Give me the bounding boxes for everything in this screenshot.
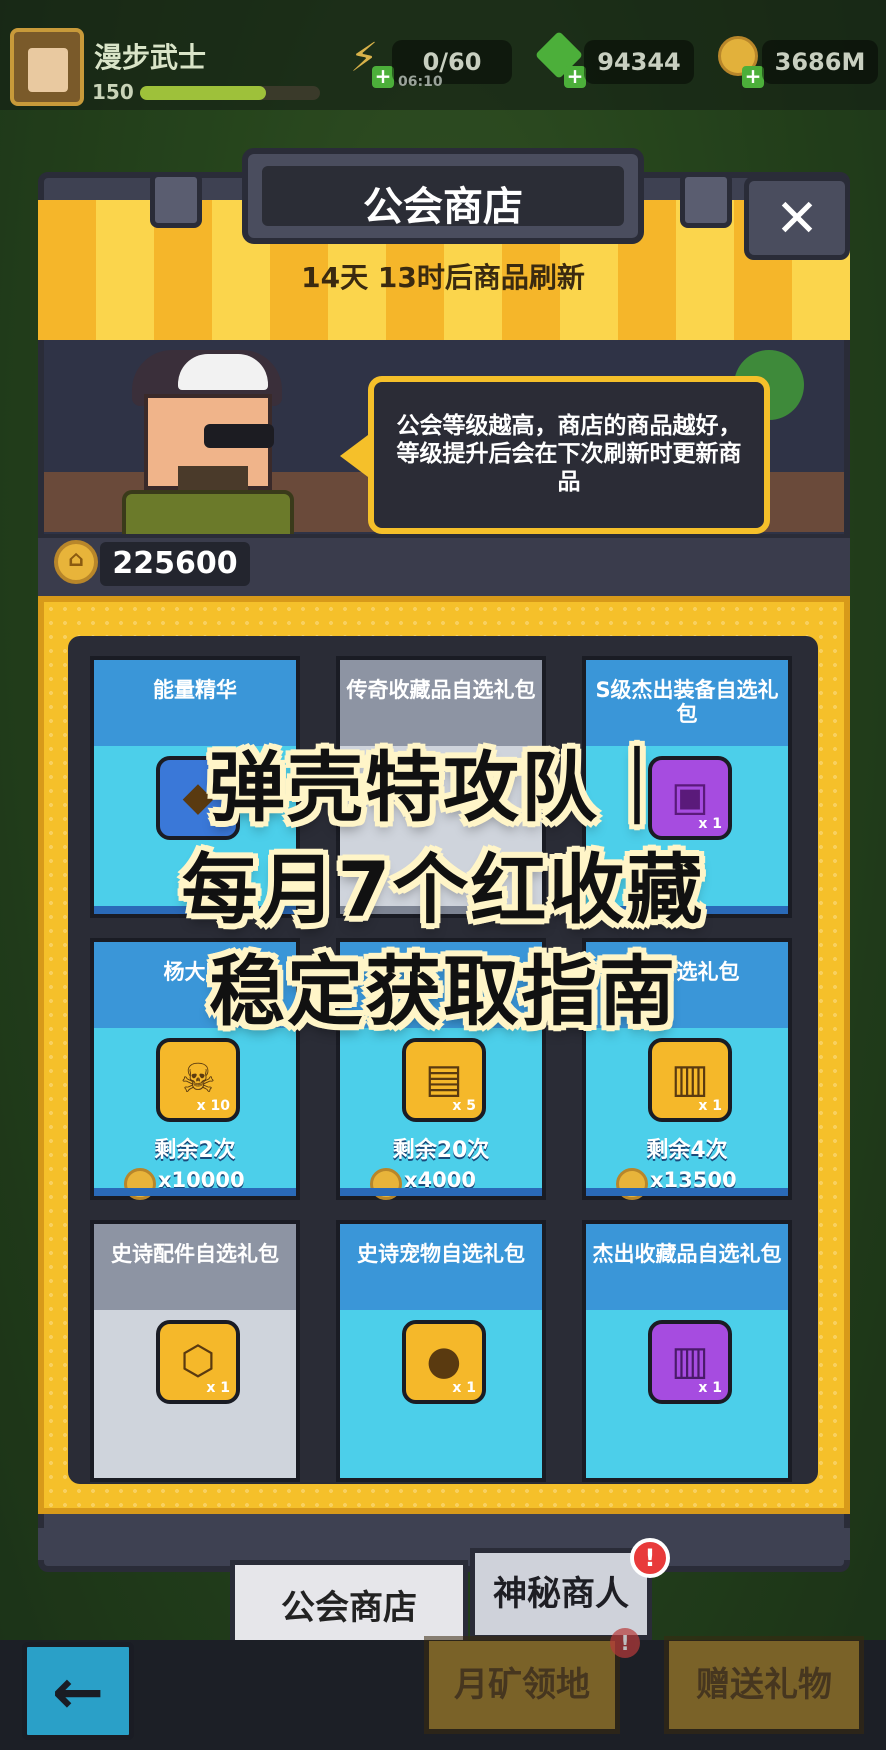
shop-title: 公会商店 [363,184,523,230]
coin-icon[interactable]: + [712,32,764,88]
item-glyph: ▥ [671,1056,709,1102]
level-progress-bar [140,86,320,100]
npc-speech-bubble: 公会等级越高，商店的商品越好，等级提升后会在下次刷新时更新商品 [368,376,770,534]
player-name: 漫步武士 [94,41,207,74]
item-title: 能量精华 [153,678,237,702]
item-glyph: ● [426,1338,462,1384]
npc-hair-highlight [178,354,268,390]
skill-book-icon: ☠ x 10 [156,1038,240,1122]
overlay-title-line-2: 每月7个红收藏 [181,845,705,934]
item-quantity: x 1 [206,1380,230,1396]
pet-chest-icon: ● x 1 [402,1320,486,1404]
item-remaining: 剩余4次 [646,1138,728,1163]
notification-badge: ! [630,1538,670,1578]
chest-icon: ▤ x 5 [402,1038,486,1122]
item-title: 史诗宠物自选礼包 [357,1242,525,1266]
card-bottom-strip [586,1188,788,1196]
guild-coins-value: 225600 [112,546,238,581]
add-stamina-icon[interactable]: + [372,66,394,88]
overlay-title-line-3: 稳定获取指南 [209,947,677,1036]
item-quantity: x 1 [452,1380,476,1396]
item-quantity: x 1 [698,1380,722,1396]
card-header [94,1224,296,1310]
npc-message: 公会等级越高，商店的商品越好，等级提升后会在下次刷新时更新商品 [396,413,742,495]
mine-notification-badge: ! [610,1628,640,1658]
player-level: 150 [92,80,134,104]
item-title: 杰出收藏品自选礼包 [592,1242,782,1266]
add-gems-icon[interactable]: + [564,66,586,88]
sign-hook-right [680,172,732,228]
item-remaining: 剩余2次 [154,1138,236,1163]
tab-mystery-merchant[interactable]: 神秘商人 [470,1548,652,1640]
item-quantity: x 5 [452,1098,476,1114]
guild-coin-icon [54,540,98,584]
close-button[interactable]: ✕ [744,176,850,260]
stamina-icon[interactable]: ⚡ + [342,32,394,88]
chest-icon: ▥ x 1 [648,1038,732,1122]
card-bottom-strip [340,1188,542,1196]
coin-counter: 3686M [762,40,878,84]
shop-item-card[interactable]: 史诗配件自选礼包 ⬡ x 1 [90,1220,300,1482]
item-glyph: ⬡ [180,1338,216,1384]
card-header [340,1224,542,1310]
item-quantity: x 10 [196,1098,230,1114]
item-glyph: ▥ [671,1338,709,1384]
npc-glasses [204,424,274,448]
item-quantity: x 1 [698,1098,722,1114]
guild-coins-box: 225600 [100,542,250,586]
npc-beard [178,466,248,492]
close-icon: ✕ [775,189,819,249]
panel-bottom-strip [38,1528,850,1560]
send-gift-button[interactable]: 赠送礼物 [664,1636,864,1734]
item-remaining: 剩余20次 [392,1138,490,1163]
shopkeeper-npc [118,350,298,560]
player-avatar[interactable] [10,28,84,106]
overlay-title-line-1: 弹壳特攻队｜ [209,743,677,832]
level-progress-fill [140,86,266,100]
item-glyph: ▤ [425,1056,463,1102]
sign-hook-left [150,172,202,228]
refresh-countdown: 14天 13时后商品刷新 [301,261,585,294]
accessory-chest-icon: ⬡ x 1 [156,1320,240,1404]
stamina-timer: 06:10 [398,74,443,90]
shop-item-card[interactable]: 史诗宠物自选礼包 ● x 1 [336,1220,546,1482]
card-header [586,1224,788,1310]
item-title: S级杰出装备自选礼包 [595,678,779,726]
add-coins-icon[interactable]: + [742,66,764,88]
item-glyph: ☠ [180,1056,216,1102]
card-bottom-strip [94,1188,296,1196]
item-title: 传奇收藏品自选礼包 [346,678,536,702]
back-button[interactable]: ← [22,1642,134,1740]
shop-title-plate: 公会商店 [242,148,644,244]
avatar-face [28,48,68,92]
arrow-left-icon: ← [52,1655,104,1728]
collectible-chest-icon: ▥ x 1 [648,1320,732,1404]
gem-icon[interactable]: + [534,30,586,88]
gem-counter: 94344 [584,40,694,84]
mine-territory-button[interactable]: 月矿领地 [424,1636,620,1734]
item-title: 史诗配件自选礼包 [111,1242,279,1266]
shop-item-card[interactable]: 杰出收藏品自选礼包 ▥ x 1 [582,1220,792,1482]
